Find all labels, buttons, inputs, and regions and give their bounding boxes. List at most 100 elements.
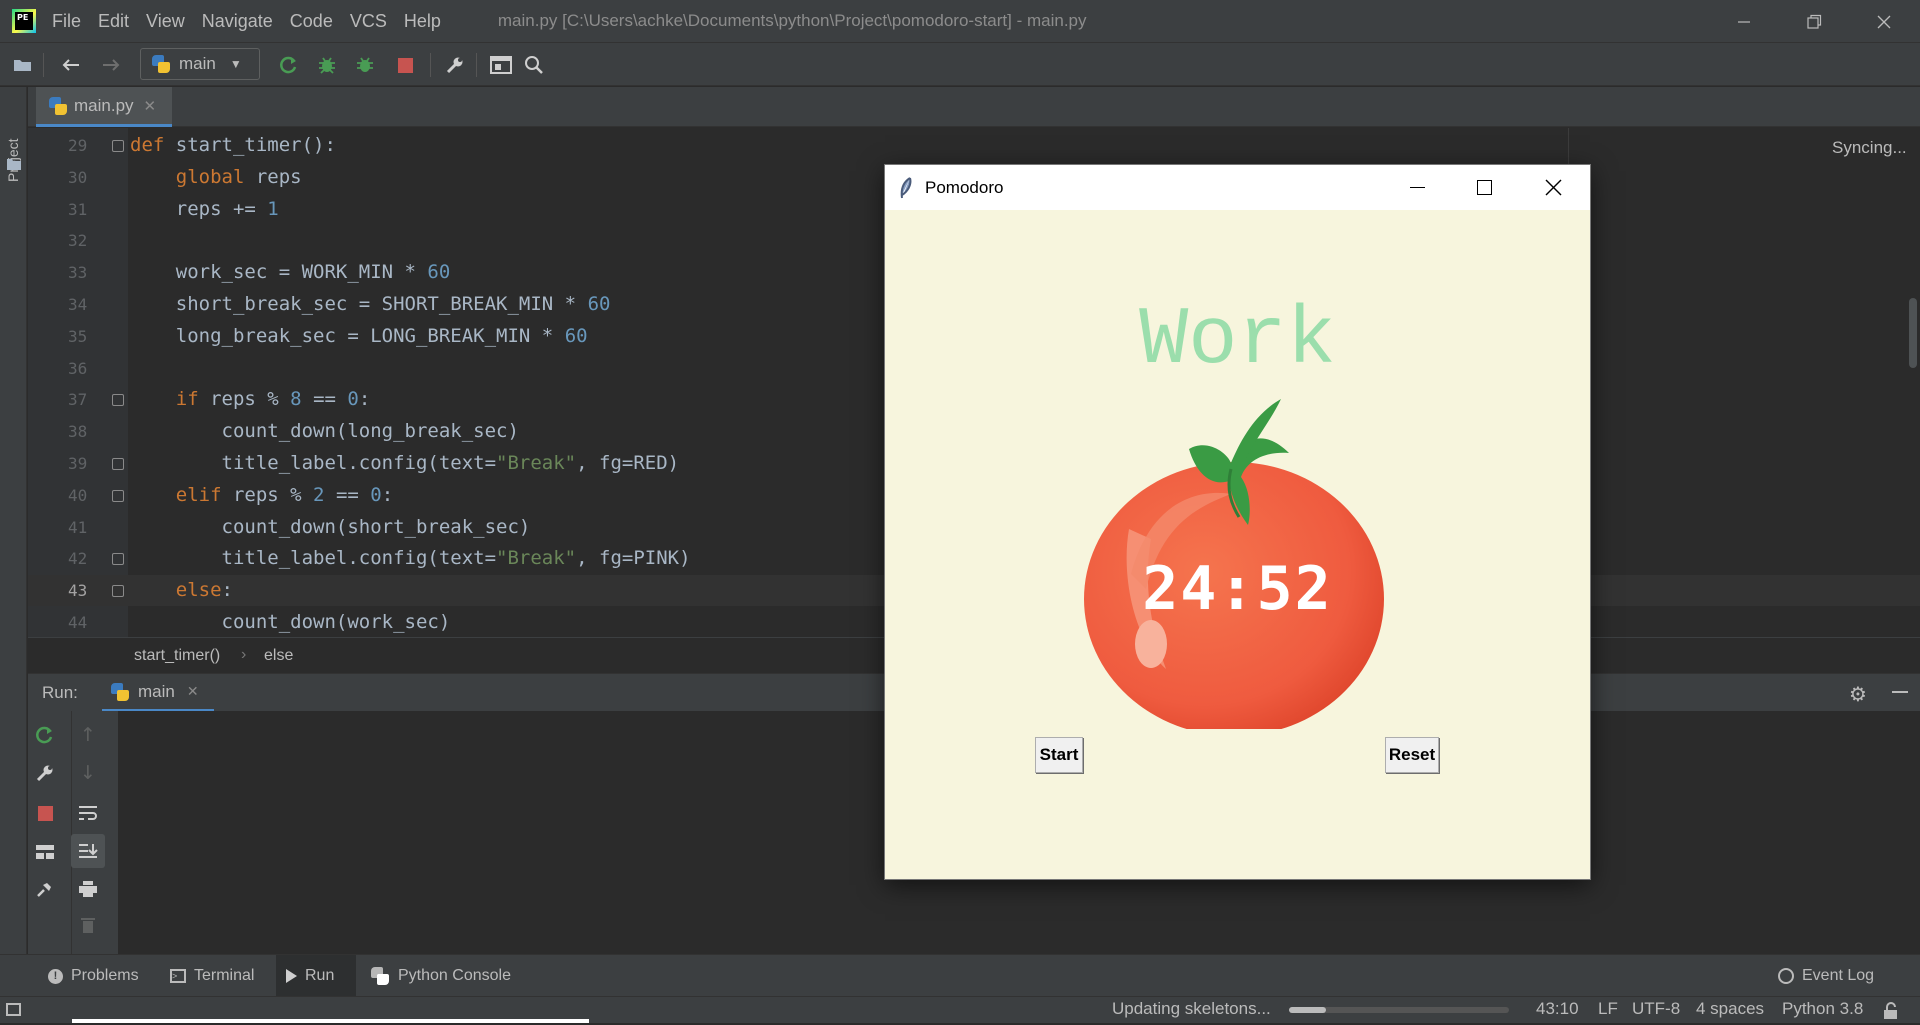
stop-icon[interactable] xyxy=(30,798,60,828)
lock-icon[interactable] xyxy=(1883,1002,1899,1025)
code-line[interactable]: else: xyxy=(130,575,233,606)
restore-button[interactable] xyxy=(1780,0,1848,43)
run-tool-button[interactable]: Run xyxy=(276,955,356,997)
run-configuration-select[interactable]: main ▼ xyxy=(140,48,260,80)
line-number: 44 xyxy=(68,613,88,632)
menu-code[interactable]: Code xyxy=(290,11,333,32)
close-window-button[interactable] xyxy=(1850,0,1918,43)
menu-bar: File Edit View Navigate Code VCS Help xyxy=(52,11,458,32)
coverage-icon[interactable] xyxy=(354,54,376,76)
code-line[interactable]: count_down(work_sec) xyxy=(130,607,451,637)
python-interpreter[interactable]: Python 3.8 xyxy=(1782,999,1863,1019)
line-number: 32 xyxy=(68,231,88,251)
code-line[interactable]: count_down(long_break_sec) xyxy=(130,416,519,447)
line-number: 40 xyxy=(68,485,88,505)
tab-main-py[interactable]: main.py ✕ xyxy=(36,87,172,127)
arrow-down-icon[interactable]: ↓ xyxy=(73,758,103,788)
debug-icon[interactable] xyxy=(316,54,338,76)
event-log-label: Event Log xyxy=(1802,967,1875,984)
python-icon xyxy=(151,54,171,74)
run-tab-main[interactable]: main ✕ xyxy=(102,674,214,712)
line-number: 42 xyxy=(68,549,88,569)
menu-view[interactable]: View xyxy=(146,11,185,32)
breadcrumb-else[interactable]: else xyxy=(264,647,293,665)
code-line[interactable]: elif reps % 2 == 0: xyxy=(130,480,393,511)
pin-icon[interactable] xyxy=(30,874,60,904)
layout-icon[interactable] xyxy=(30,837,60,867)
wrench-icon[interactable] xyxy=(30,758,60,788)
search-icon[interactable] xyxy=(523,54,545,76)
menu-help[interactable]: Help xyxy=(404,11,441,32)
fold-marker-icon[interactable] xyxy=(112,394,124,407)
gear-icon[interactable]: ⚙ xyxy=(1849,682,1867,706)
menu-file[interactable]: File xyxy=(52,11,81,32)
code-line[interactable]: count_down(short_break_sec) xyxy=(130,512,531,543)
python-file-icon xyxy=(48,96,68,116)
sync-status: Syncing... xyxy=(1832,138,1907,157)
toolbar-divider xyxy=(43,53,44,77)
menu-edit[interactable]: Edit xyxy=(98,11,129,32)
wrench-icon[interactable] xyxy=(444,54,466,76)
task-progress-fill xyxy=(1289,1007,1327,1013)
minimize-panel-icon[interactable] xyxy=(1892,691,1908,693)
close-icon[interactable] xyxy=(1545,179,1562,201)
code-line[interactable]: title_label.config(text="Break", fg=PINK… xyxy=(130,543,691,574)
background-task-label[interactable]: Updating skeletons... xyxy=(1112,999,1271,1019)
forward-arrow-icon[interactable] xyxy=(100,54,122,76)
fold-marker-icon[interactable] xyxy=(112,553,124,566)
caret-position[interactable]: 43:10 xyxy=(1536,999,1579,1019)
line-number: 43 xyxy=(68,581,88,601)
breadcrumb-function[interactable]: start_timer() xyxy=(134,647,220,665)
rerun-icon[interactable] xyxy=(278,54,300,76)
menu-navigate[interactable]: Navigate xyxy=(202,11,273,32)
code-line[interactable]: if reps % 8 == 0: xyxy=(130,384,371,415)
reset-button[interactable]: Reset xyxy=(1385,737,1439,773)
title-bar: PE File Edit View Navigate Code VCS Help… xyxy=(0,0,1920,43)
problems-label: Problems xyxy=(71,967,139,984)
soft-wrap-icon[interactable] xyxy=(73,798,103,828)
rerun-icon[interactable] xyxy=(30,720,60,750)
problems-tool-button[interactable]: ! Problems xyxy=(48,955,139,997)
open-folder-icon[interactable] xyxy=(12,54,34,76)
fold-marker-icon[interactable] xyxy=(112,140,124,152)
scroll-to-end-icon[interactable] xyxy=(71,834,105,868)
close-tab-icon[interactable]: ✕ xyxy=(187,683,199,700)
code-line[interactable]: def start_timer(): xyxy=(130,130,336,161)
file-encoding[interactable]: UTF-8 xyxy=(1632,999,1680,1019)
line-number: 34 xyxy=(68,295,88,314)
back-arrow-icon[interactable] xyxy=(60,54,82,76)
terminal-tool-button[interactable]: > Terminal xyxy=(170,955,254,997)
minimize-icon[interactable] xyxy=(1410,187,1425,188)
line-separator[interactable]: LF xyxy=(1598,999,1618,1019)
fold-marker-icon[interactable] xyxy=(112,458,124,470)
terminal-window-icon[interactable] xyxy=(490,54,512,76)
print-icon[interactable] xyxy=(73,874,103,904)
maximize-icon[interactable] xyxy=(1477,180,1492,195)
python-console-tool-button[interactable]: Python Console xyxy=(370,955,511,997)
close-tab-icon[interactable]: ✕ xyxy=(144,97,157,115)
fold-marker-icon[interactable] xyxy=(112,585,124,598)
minimize-button[interactable] xyxy=(1710,0,1778,43)
run-config-label: main xyxy=(179,54,216,73)
code-line[interactable]: work_sec = WORK_MIN * 60 xyxy=(130,257,451,288)
indent-setting[interactable]: 4 spaces xyxy=(1696,999,1764,1019)
line-number: 41 xyxy=(68,517,88,537)
toggle-tool-windows-icon[interactable] xyxy=(6,1003,21,1016)
arrow-up-icon[interactable]: ↑ xyxy=(73,720,103,750)
event-log-button[interactable]: Event Log xyxy=(1778,955,1874,997)
code-line[interactable]: short_break_sec = SHORT_BREAK_MIN * 60 xyxy=(130,289,611,320)
pomodoro-title-bar: Pomodoro xyxy=(885,165,1590,210)
code-line[interactable]: title_label.config(text="Break", fg=RED) xyxy=(130,448,680,479)
menu-vcs[interactable]: VCS xyxy=(350,11,387,32)
pomodoro-window-title: Pomodoro xyxy=(925,178,1004,197)
toolbar-divider xyxy=(476,53,477,77)
fold-marker-icon[interactable] xyxy=(112,489,124,502)
code-line[interactable]: reps += 1 xyxy=(130,194,279,225)
start-button[interactable]: Start xyxy=(1035,737,1083,773)
stop-icon[interactable] xyxy=(394,54,416,76)
code-line[interactable]: long_break_sec = LONG_BREAK_MIN * 60 xyxy=(130,321,588,352)
line-number: 35 xyxy=(68,326,88,346)
editor-scrollbar-thumb[interactable] xyxy=(1909,298,1917,368)
trash-icon[interactable] xyxy=(73,910,103,940)
code-line[interactable]: global reps xyxy=(130,162,302,193)
